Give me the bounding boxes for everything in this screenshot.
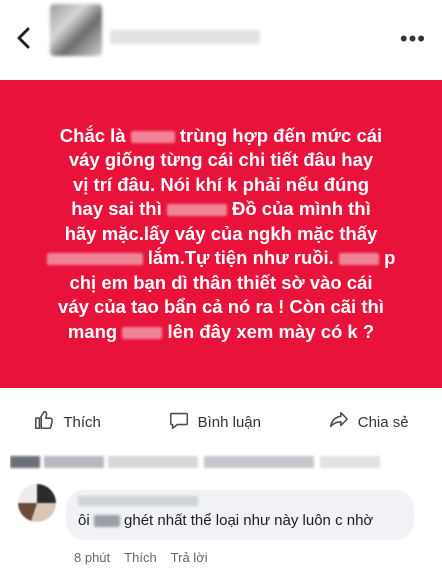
post-line: Chắc là	[59, 124, 126, 146]
comment-bubble: ôi ghét nhất thể loại như này luôn c nhờ	[66, 490, 414, 540]
post-line: váy của tao bẩn cả nó ra ! Còn cãi thì	[58, 296, 384, 318]
post-line: chị em bạn dì thân thiết sờ vào cái	[69, 271, 373, 293]
comment-button[interactable]: Bình luận	[168, 409, 261, 435]
commenter-avatar[interactable]	[18, 484, 56, 522]
redacted-text	[130, 130, 175, 143]
post-line: hay sai thì	[71, 198, 162, 220]
redacted-text	[46, 253, 143, 266]
share-arrow-icon	[328, 409, 350, 435]
like-label: Thích	[63, 413, 101, 431]
comment-timestamp: 8 phút	[74, 550, 111, 565]
commenter-name[interactable]	[78, 496, 198, 506]
like-button[interactable]: Thích	[33, 409, 101, 435]
post-header: •••	[0, 0, 442, 80]
post-line: vị trí đâu. Nói khí k phải nếu đúng	[72, 173, 370, 195]
post-line: p	[384, 247, 396, 269]
author-avatar[interactable]	[50, 4, 102, 56]
comment-reply-link[interactable]: Trả lời	[171, 550, 208, 565]
post-line: trùng hợp đến mức cái	[179, 124, 383, 146]
post-line: Đồ của mình thì	[232, 198, 371, 220]
comment-label: Bình luận	[197, 413, 261, 431]
post-text: Chắc là trùng hợp đến mức cái váy giống …	[21, 124, 421, 345]
post-line: lên đây xem mày có k ?	[167, 320, 375, 342]
comment-text-part: ghét nhất thể loại như này luôn c nhờ	[124, 512, 374, 529]
comment-like-link[interactable]: Thích	[124, 550, 157, 565]
share-button[interactable]: Chia sẻ	[328, 409, 409, 435]
more-options-icon[interactable]: •••	[400, 28, 426, 50]
thumbs-up-icon	[33, 409, 55, 435]
comment-bubble-icon	[168, 409, 190, 435]
post-content: Chắc là trùng hợp đến mức cái váy giống …	[0, 80, 442, 388]
comment-text-part: ôi	[78, 512, 90, 529]
post-line: hãy mặc.lấy váy của ngkh mặc thấy	[64, 222, 378, 244]
share-label: Chia sẻ	[357, 413, 409, 431]
comment-text: ôi ghét nhất thể loại như này luôn c nhờ	[78, 512, 373, 529]
post-actions: Thích Bình luận Chia sẻ	[0, 400, 442, 444]
back-icon[interactable]	[14, 26, 34, 50]
comment-meta: 8 phút Thích Trả lời	[74, 550, 208, 565]
redacted-text	[122, 326, 163, 339]
redacted-text	[166, 204, 227, 217]
redacted-text	[93, 515, 120, 528]
post-line: lắm.Tự tiện như ruồi.	[147, 247, 334, 269]
author-name[interactable]	[110, 30, 260, 44]
redacted-text	[338, 253, 379, 266]
reactions-summary[interactable]	[10, 452, 430, 474]
post-line: váy giống từng cái chi tiết đâu hay	[68, 149, 374, 171]
post-line: mang	[67, 320, 118, 342]
